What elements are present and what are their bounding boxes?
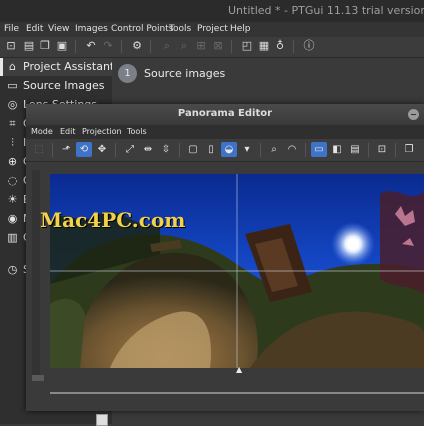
menu-project[interactable]: Project	[197, 24, 228, 34]
step-heading: Source images	[144, 67, 226, 80]
menu-control-points[interactable]: Control Points	[111, 24, 173, 34]
zoom-out-icon[interactable]: ⌕	[177, 39, 191, 53]
lens-icon: ◎	[7, 98, 18, 111]
sidebar-item-label: Project Assistant	[23, 60, 115, 73]
toolbar-divider	[260, 143, 261, 157]
table-icon[interactable]: ▦	[257, 39, 271, 53]
toolbar-divider	[52, 143, 53, 157]
house-icon: ⌂	[9, 60, 16, 73]
add-images-icon[interactable]: ❐	[38, 39, 52, 53]
move-tool-icon[interactable]: ✥	[94, 142, 110, 157]
menu-help[interactable]: Help	[230, 24, 251, 34]
film-icon: ▥	[7, 231, 18, 244]
gear-icon[interactable]: ⚙	[130, 39, 144, 53]
status-icon[interactable]	[96, 414, 108, 426]
main-toolbar: ⊡ ▤ ❐ ▣ ↶ ↷ ⚙ ⌕ ⌕ ⊞ ⊠ ◰ ▦ ♁ ⓘ	[0, 37, 424, 58]
toolbar-divider	[293, 40, 294, 53]
toolbar-divider	[395, 143, 396, 157]
sidebar-item-source-images[interactable]: ▭ Source Images	[0, 77, 112, 95]
ruler-handle[interactable]	[32, 375, 44, 381]
toolbar-divider	[368, 143, 369, 157]
toolbar-divider	[179, 143, 180, 157]
open-project-icon[interactable]: ▤	[22, 39, 36, 53]
cylindrical-icon[interactable]: ▯	[203, 142, 219, 157]
drag-tool-icon[interactable]: ⬏	[58, 142, 74, 157]
info-icon[interactable]: ⓘ	[302, 39, 316, 53]
preview-eye-icon[interactable]: ◠	[284, 142, 300, 157]
new-project-icon[interactable]: ⊡	[4, 39, 18, 53]
eye-icon: ◉	[7, 212, 18, 225]
menu-bar: File Edit View Images Control Points Too…	[0, 22, 424, 37]
pano-menu-projection[interactable]: Projection	[82, 127, 122, 136]
crop-icon: ⌗	[9, 117, 16, 130]
grid-icon[interactable]: ⊡	[374, 142, 390, 157]
panorama-canvas-area: ▲	[26, 162, 424, 411]
optimizer-icon: ◌	[7, 174, 18, 187]
menu-tools[interactable]: Tools	[169, 24, 191, 34]
center-marker-icon[interactable]: ▲	[236, 366, 242, 374]
toolbar-divider	[121, 40, 122, 53]
target-icon: ⊕	[7, 155, 18, 168]
vertical-ruler[interactable]	[32, 170, 40, 375]
show-outline-icon[interactable]: ▭	[311, 142, 327, 157]
projection-dropdown-icon[interactable]: ▾	[239, 142, 255, 157]
pano-menu-tools[interactable]: Tools	[127, 127, 147, 136]
sun-core	[347, 238, 359, 250]
panorama-editor-title-bar[interactable]: Panorama Editor	[26, 104, 424, 125]
panorama-editor-menu-bar: Mode Edit Projection Tools	[26, 125, 424, 139]
zoom-in-icon[interactable]: ⌕	[160, 39, 174, 53]
rectilinear-icon[interactable]: ▢	[185, 142, 201, 157]
panorama-editor-icon[interactable]: ◰	[240, 39, 254, 53]
detach-icon[interactable]: ❐	[401, 142, 417, 157]
pano-menu-mode[interactable]: Mode	[31, 127, 53, 136]
settings-icon: ◷	[7, 263, 18, 276]
lightbulb-icon[interactable]: ♁	[273, 39, 287, 53]
sidebar-item-label: Source Images	[23, 79, 105, 92]
center-horizontal-icon[interactable]: ⇹	[140, 142, 156, 157]
window-title: Untitled * - PTGui 11.13 trial version	[228, 4, 424, 17]
menu-view[interactable]: View	[48, 24, 69, 34]
menu-edit[interactable]: Edit	[26, 24, 43, 34]
panorama-editor-title: Panorama Editor	[177, 108, 273, 119]
show-numbers-icon[interactable]: ▤	[347, 142, 363, 157]
save-icon[interactable]: ▣	[55, 39, 69, 53]
blossom-tree	[380, 191, 424, 294]
toolbar-divider	[305, 143, 306, 157]
fit-panorama-icon[interactable]: ⤢	[122, 142, 138, 157]
exposure-icon: ☀	[7, 193, 18, 206]
menu-file[interactable]: File	[4, 24, 19, 34]
toolbar-divider	[150, 40, 151, 53]
menu-images[interactable]: Images	[75, 24, 108, 34]
redo-icon[interactable]: ↷	[101, 39, 115, 53]
spherical-icon[interactable]: ◒	[221, 142, 237, 157]
panorama-editor-toolbar: ⬚ ⬏ ⟲ ✥ ⤢ ⇹ ⇳ ▢ ▯ ◒ ▾ ⌕ ◠ ▭ ◧ ▤ ⊡ ❐	[26, 139, 424, 162]
title-bar: Untitled * - PTGui 11.13 trial version	[0, 0, 424, 22]
center-vertical-icon[interactable]: ⇳	[158, 142, 174, 157]
zoom-actual-icon[interactable]: ⊠	[211, 39, 225, 53]
pano-menu-edit[interactable]: Edit	[60, 127, 76, 136]
panorama-editor-window: Panorama Editor Mode Edit Projection Too…	[26, 104, 424, 411]
grass-left	[50, 298, 85, 368]
toolbar-divider	[75, 40, 76, 53]
show-images-icon[interactable]: ◧	[329, 142, 345, 157]
horizontal-scrollbar[interactable]	[50, 392, 424, 394]
panorama-preview[interactable]	[50, 174, 424, 368]
toolbar-divider	[115, 143, 116, 157]
watermark: Mac4PC.com	[40, 208, 186, 232]
minimize-icon[interactable]	[408, 109, 419, 120]
images-icon: ▭	[7, 79, 18, 92]
undo-icon[interactable]: ↶	[84, 39, 98, 53]
zoom-icon[interactable]: ⌕	[266, 142, 282, 157]
step-number-badge: 1	[118, 64, 137, 83]
sliders-icon: ⫶	[11, 136, 14, 149]
select-tool-icon[interactable]: ⬚	[31, 142, 47, 157]
rotate-tool-icon[interactable]: ⟲	[76, 142, 92, 157]
sidebar-item-project-assistant[interactable]: ⌂ Project Assistant	[0, 58, 115, 76]
zoom-fit-icon[interactable]: ⊞	[194, 39, 208, 53]
toolbar-divider	[231, 40, 232, 53]
